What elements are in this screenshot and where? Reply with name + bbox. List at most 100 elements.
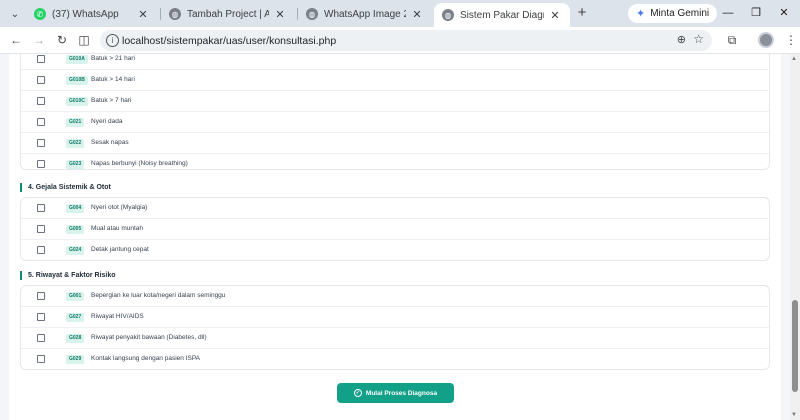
symptom-label: Nyeri dada — [91, 118, 123, 125]
symptom-code-badge: G010A — [66, 55, 88, 64]
symptom-row[interactable]: G010A Batuk > 21 hari — [21, 54, 769, 70]
tab-sistem-pakar[interactable]: ◍ Sistem Pakar Diagnosis Peny ✕ — [434, 3, 570, 27]
scroll-down-icon[interactable]: ▼ — [791, 412, 797, 418]
site-info-icon[interactable]: i — [106, 34, 119, 47]
extensions-icon[interactable]: ⧉ — [724, 32, 740, 48]
tab-title: Tambah Project | Admin — [187, 8, 269, 20]
url-text: localhost/sistempakar/uas/user/konsultas… — [122, 34, 337, 47]
symptom-code-badge: G004 — [66, 204, 85, 213]
section-heading: 5. Riwayat & Faktor Risiko — [20, 270, 116, 280]
close-window-icon[interactable]: ✕ — [776, 5, 792, 21]
close-icon[interactable]: ✕ — [273, 7, 287, 21]
symptom-label: Batuk > 14 hari — [91, 76, 135, 83]
symptom-row[interactable]: G021 Nyeri dada — [21, 112, 769, 133]
symptom-row[interactable]: G022 Sesak napas — [21, 133, 769, 154]
scrollbar-thumb[interactable] — [792, 300, 798, 392]
more-menu-icon[interactable]: ⋮ — [783, 32, 799, 48]
section-title: 4. Gejala Sistemik & Otot — [28, 183, 111, 191]
symptom-label: Riwayat HIV/AIDS — [91, 313, 144, 320]
symptom-checkbox[interactable] — [37, 55, 45, 63]
minimize-icon[interactable]: — — [720, 5, 736, 21]
tab-title: WhatsApp Image 2026-08- — [324, 8, 406, 20]
symptom-label: Kontak langsung dengan pasien ISPA — [91, 355, 201, 362]
start-diagnosis-label: Mulai Proses Diagnosa — [365, 389, 438, 397]
symptom-label: Batuk > 7 hari — [91, 97, 132, 104]
zoom-icon[interactable]: ⊕ — [677, 33, 686, 46]
symptom-checkbox[interactable] — [37, 334, 45, 342]
browser-toolbar: ← → ↻ ◫ i localhost/sistempakar/uas/user… — [0, 27, 800, 54]
symptom-checkbox[interactable] — [37, 246, 45, 254]
symptom-code-badge: G001 — [66, 292, 85, 301]
forward-icon[interactable]: → — [31, 32, 47, 48]
section-accent-bar — [20, 270, 22, 280]
close-icon[interactable]: ✕ — [548, 8, 562, 22]
whatsapp-icon: ✆ — [34, 8, 46, 20]
symptom-row[interactable]: G005 Mual atau muntah — [21, 219, 769, 240]
tab-whatsapp[interactable]: ✆ (37) WhatsApp ✕ — [26, 3, 158, 25]
page-scrollbar[interactable]: ▲ ▼ — [790, 54, 800, 420]
symptom-row[interactable]: G023 Napas berbunyi (Noisy breathing) — [21, 154, 769, 175]
symptom-label: Nyeri otot (Myalgia) — [91, 204, 148, 211]
symptom-checkbox[interactable] — [37, 76, 45, 84]
bookmark-star-icon[interactable]: ☆ — [693, 32, 704, 46]
symptom-group-respiratory: G010A Batuk > 21 hari G010B Batuk > 14 h… — [20, 54, 770, 170]
restore-icon[interactable]: ❐ — [748, 5, 764, 21]
symptom-label: Bepergian ke luar kota/negeri dalam semi… — [91, 292, 226, 299]
symptom-group-risk: G001 Bepergian ke luar kota/negeri dalam… — [20, 285, 770, 370]
start-diagnosis-button[interactable]: ✓ Mulai Proses Diagnosa — [337, 383, 454, 403]
symptom-code-badge: G024 — [66, 246, 85, 255]
reload-icon[interactable]: ↻ — [54, 32, 70, 48]
symptom-row[interactable]: G010B Batuk > 14 hari — [21, 70, 769, 91]
symptom-checkbox[interactable] — [37, 97, 45, 105]
symptom-checkbox[interactable] — [37, 160, 45, 168]
symptom-code-badge: G029 — [66, 355, 85, 364]
section-accent-bar — [20, 182, 22, 192]
scroll-up-icon[interactable]: ▲ — [791, 56, 797, 62]
symptom-group-systemic: G004 Nyeri otot (Myalgia) G005 Mual atau… — [20, 197, 770, 261]
symptom-row[interactable]: G029 Kontak langsung dengan pasien ISPA — [21, 349, 769, 370]
tab-title: Sistem Pakar Diagnosis Peny — [460, 9, 544, 21]
symptom-checkbox[interactable] — [37, 139, 45, 147]
section-title: 5. Riwayat & Faktor Risiko — [28, 271, 116, 279]
symptom-label: Napas berbunyi (Noisy breathing) — [91, 160, 188, 167]
symptom-row[interactable]: G027 Riwayat HIV/AIDS — [21, 307, 769, 328]
split-view-icon[interactable]: ◫ — [76, 32, 92, 48]
gemini-button[interactable]: ✦ Minta Gemini — [628, 4, 718, 23]
symptom-code-badge: G010C — [66, 97, 88, 106]
symptom-checkbox[interactable] — [37, 355, 45, 363]
symptom-checkbox[interactable] — [37, 313, 45, 321]
symptom-row[interactable]: G028 Riwayat penyakit bawaan (Diabetes, … — [21, 328, 769, 349]
symptom-checkbox[interactable] — [37, 292, 45, 300]
symptom-row[interactable]: G024 Detak jantung cepat — [21, 240, 769, 261]
symptom-checkbox[interactable] — [37, 225, 45, 233]
page-content: G010A Batuk > 21 hari G010B Batuk > 14 h… — [0, 54, 790, 420]
tab-title: (37) WhatsApp — [52, 8, 119, 20]
close-icon[interactable]: ✕ — [136, 7, 150, 21]
symptom-code-badge: G027 — [66, 313, 85, 322]
symptom-checkbox[interactable] — [37, 204, 45, 212]
new-tab-button[interactable]: + — [574, 5, 590, 21]
tab-whatsapp-image[interactable]: ◍ WhatsApp Image 2026-08- ✕ — [298, 3, 432, 25]
address-bar[interactable]: i localhost/sistempakar/uas/user/konsult… — [100, 30, 712, 51]
globe-icon: ◍ — [169, 8, 181, 20]
symptom-code-badge: G021 — [66, 118, 85, 127]
symptom-label: Batuk > 21 hari — [91, 55, 135, 62]
check-circle-icon: ✓ — [353, 389, 362, 397]
back-icon[interactable]: ← — [8, 32, 24, 48]
close-icon[interactable]: ✕ — [410, 7, 424, 21]
globe-icon: ◍ — [442, 9, 454, 21]
tab-search-icon[interactable]: ⌄ — [6, 5, 24, 23]
symptom-code-badge: G005 — [66, 225, 85, 234]
profile-avatar[interactable] — [758, 32, 774, 48]
symptom-label: Detak jantung cepat — [91, 246, 149, 253]
symptom-row[interactable]: G004 Nyeri otot (Myalgia) — [21, 198, 769, 219]
symptom-row[interactable]: G001 Bepergian ke luar kota/negeri dalam… — [21, 286, 769, 307]
tab-admin[interactable]: ◍ Tambah Project | Admin ✕ — [161, 3, 295, 25]
symptom-code-badge: G023 — [66, 160, 85, 169]
symptom-label: Sesak napas — [91, 139, 129, 146]
symptom-row[interactable]: G010C Batuk > 7 hari — [21, 91, 769, 112]
tab-strip: ⌄ ✆ (37) WhatsApp ✕ ◍ Tambah Project | A… — [0, 0, 800, 27]
symptom-checkbox[interactable] — [37, 118, 45, 126]
section-heading: 4. Gejala Sistemik & Otot — [20, 182, 111, 192]
gemini-label: Minta Gemini — [650, 8, 710, 19]
